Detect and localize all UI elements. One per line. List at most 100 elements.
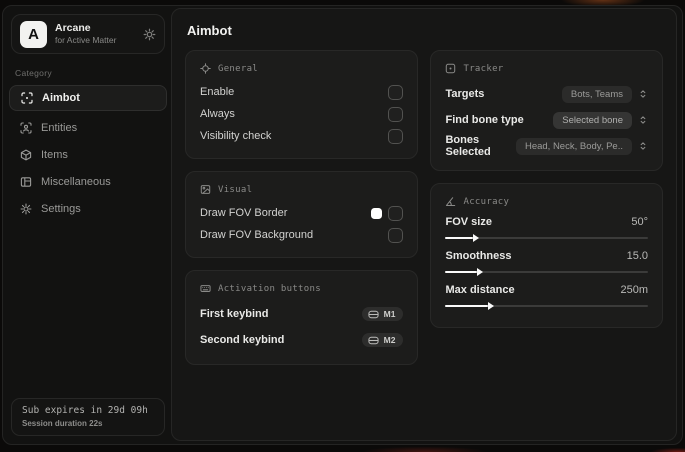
slider-label: Max distance	[445, 284, 515, 296]
keyboard-icon	[200, 283, 211, 294]
keybind-value: M1	[383, 309, 396, 319]
setting-row: Enable	[200, 81, 404, 103]
setting-label: Draw FOV Background	[200, 229, 314, 241]
setting-label: Visibility check	[200, 130, 272, 142]
scan-crosshair-icon	[21, 92, 33, 104]
sidebar-item-entities[interactable]: Entities	[11, 114, 165, 141]
slider-value: 15.0	[626, 250, 648, 262]
visual-card: Visual Draw FOV Border Draw FOV Backgrou…	[185, 171, 419, 258]
slider-label: Smoothness	[445, 250, 512, 262]
visibility-check-checkbox[interactable]	[388, 128, 404, 144]
fov-border-color-swatch[interactable]	[371, 207, 383, 219]
visual-card-header: Visual	[200, 184, 403, 195]
page-title: Aimbot	[187, 23, 232, 38]
card-title: General	[218, 63, 259, 74]
mouse-icon	[368, 336, 379, 345]
slider-thumb[interactable]	[472, 234, 479, 242]
brand-header: A Arcane for Active Matter	[11, 14, 165, 54]
gear-icon	[20, 203, 32, 215]
keybind-label: Second keybind	[200, 334, 285, 346]
panels-icon	[20, 176, 32, 188]
setting-row: Draw FOV Border	[200, 202, 404, 224]
setting-label: Enable	[200, 86, 235, 98]
angle-icon	[445, 196, 456, 207]
always-checkbox[interactable]	[388, 106, 404, 122]
draw-fov-background-checkbox[interactable]	[388, 227, 404, 243]
setting-label: Always	[200, 108, 235, 120]
smoothness-slider[interactable]	[445, 268, 648, 276]
sidebar-item-label: Aimbot	[42, 92, 80, 104]
main-panel: Aimbot General Enable Always Visibility …	[171, 8, 677, 441]
sidebar-item-miscellaneous[interactable]: Miscellaneous	[11, 168, 165, 195]
bones-selected-select[interactable]: Head, Neck, Body, Pe..	[515, 137, 632, 155]
slider-value: 250m	[620, 284, 648, 296]
card-title: Accuracy	[463, 196, 510, 207]
right-column: Tracker Targets Bots, Teams Find bone ty…	[430, 50, 663, 365]
accuracy-card: Accuracy FOV size 50° Smoothness 15.0 Ma…	[430, 183, 663, 328]
slider-fill	[445, 268, 483, 276]
keybind-row: Second keybind M2	[200, 327, 404, 353]
brand-logo: A	[20, 20, 47, 48]
find-bone-type-select[interactable]: Selected bone	[553, 111, 632, 129]
activation-card: Activation buttons First keybind M1 Seco…	[185, 270, 419, 365]
sidebar-item-label: Items	[41, 148, 68, 161]
sidebar-item-label: Settings	[41, 202, 81, 215]
keybind-row: First keybind M1	[200, 301, 404, 327]
tracker-card-header: Tracker	[445, 63, 648, 74]
unfold-icon[interactable]	[638, 115, 648, 125]
sub-expiry-text: Sub expires in 29d 09h	[22, 405, 148, 416]
image-icon	[200, 184, 211, 195]
slider-group: Max distance 250m	[445, 282, 648, 310]
max-distance-slider[interactable]	[445, 302, 648, 310]
left-column: General Enable Always Visibility check V…	[185, 50, 419, 365]
accuracy-card-header: Accuracy	[445, 196, 648, 207]
dropdown-label: Find bone type	[445, 114, 524, 126]
slider-thumb[interactable]	[488, 302, 494, 310]
setting-label: Draw FOV Border	[200, 207, 288, 219]
slider-value: 50°	[631, 216, 648, 228]
sidebar-item-items[interactable]: Items	[11, 141, 165, 168]
tracker-icon	[445, 63, 456, 74]
slider-fill	[445, 234, 479, 242]
setting-row: Draw FOV Background	[200, 224, 404, 246]
brand-subtitle: for Active Matter	[55, 35, 117, 46]
mouse-icon	[368, 310, 379, 319]
sidebar-item-label: Entities	[41, 121, 78, 134]
enable-checkbox[interactable]	[388, 84, 404, 100]
tracker-card: Tracker Targets Bots, Teams Find bone ty…	[430, 50, 663, 171]
sidebar-item-aimbot[interactable]: Aimbot	[9, 85, 167, 111]
general-card-header: General	[200, 63, 403, 74]
sidebar: A Arcane for Active Matter Category Aimb	[3, 6, 173, 444]
dropdown-label: Targets	[445, 88, 485, 100]
first-keybind-button[interactable]: M1	[361, 307, 404, 321]
brand-name: Arcane	[55, 22, 91, 35]
card-title: Tracker	[463, 63, 504, 74]
keybind-label: First keybind	[200, 308, 269, 320]
sidebar-item-settings[interactable]: Settings	[11, 195, 165, 222]
slider-fill	[445, 302, 494, 310]
session-duration-text: Session duration 22s	[22, 419, 103, 428]
subscription-info: Sub expires in 29d 09h Session duration …	[11, 398, 165, 436]
slider-label: FOV size	[445, 216, 492, 228]
dropdown-row: Find bone type Selected bone	[445, 107, 648, 133]
crosshair-icon	[200, 63, 211, 74]
second-keybind-button[interactable]: M2	[361, 333, 404, 347]
brand-text: Arcane for Active Matter	[55, 22, 135, 46]
targets-select[interactable]: Bots, Teams	[561, 85, 632, 103]
unfold-icon[interactable]	[638, 141, 648, 151]
cube-icon	[20, 149, 32, 161]
slider-thumb[interactable]	[476, 268, 483, 276]
fov-size-slider[interactable]	[445, 234, 648, 242]
general-card: General Enable Always Visibility check	[185, 50, 419, 159]
sidebar-item-label: Miscellaneous	[41, 175, 111, 188]
app-window: A Arcane for Active Matter Category Aimb	[2, 5, 683, 445]
draw-fov-border-checkbox[interactable]	[388, 205, 404, 221]
dropdown-row: Bones Selected Head, Neck, Body, Pe..	[445, 133, 648, 159]
gear-icon[interactable]	[143, 28, 156, 41]
setting-row: Visibility check	[200, 125, 404, 147]
slider-group: FOV size 50°	[445, 214, 648, 242]
card-title: Visual	[218, 184, 253, 195]
unfold-icon[interactable]	[638, 89, 648, 99]
slider-group: Smoothness 15.0	[445, 248, 648, 276]
category-label: Category	[15, 68, 52, 78]
